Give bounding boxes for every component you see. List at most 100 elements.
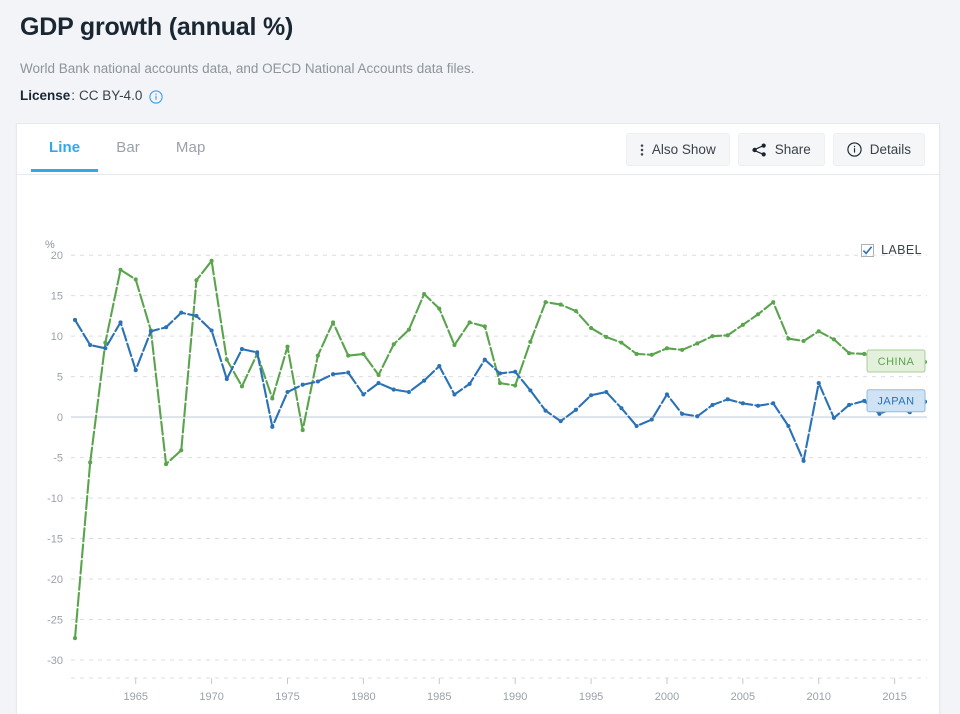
data-point[interactable]	[680, 347, 685, 352]
data-point[interactable]	[406, 389, 411, 395]
data-point[interactable]	[740, 322, 745, 327]
details-button[interactable]: Details	[832, 133, 925, 166]
data-point[interactable]	[239, 384, 245, 389]
data-point[interactable]	[346, 370, 351, 375]
data-point[interactable]	[209, 258, 214, 263]
data-point[interactable]	[422, 378, 427, 383]
data-point[interactable]	[589, 393, 594, 398]
data-point[interactable]	[148, 329, 153, 334]
data-point[interactable]	[285, 389, 290, 395]
data-point[interactable]	[680, 411, 685, 416]
data-point[interactable]	[467, 381, 472, 386]
data-point[interactable]	[649, 352, 654, 357]
tab-line[interactable]: Line	[31, 124, 98, 175]
data-point[interactable]	[513, 383, 518, 388]
data-point[interactable]	[88, 343, 93, 348]
data-point[interactable]	[270, 396, 275, 401]
data-point[interactable]	[133, 368, 138, 373]
data-point[interactable]	[634, 423, 639, 429]
also-show-button[interactable]: Also Show	[625, 133, 730, 166]
data-point[interactable]	[482, 324, 487, 329]
data-point[interactable]	[300, 428, 305, 433]
data-point[interactable]	[513, 369, 518, 374]
data-point[interactable]	[179, 310, 184, 315]
data-point[interactable]	[164, 462, 169, 467]
data-point[interactable]	[315, 379, 320, 384]
data-point[interactable]	[558, 302, 563, 307]
data-point[interactable]	[619, 340, 624, 345]
data-point[interactable]	[179, 448, 184, 453]
share-button[interactable]: Share	[737, 133, 825, 166]
data-point[interactable]	[209, 328, 214, 333]
data-point[interactable]	[831, 337, 836, 342]
data-point[interactable]	[710, 402, 715, 408]
data-point[interactable]	[755, 403, 761, 408]
data-point[interactable]	[88, 460, 93, 465]
data-point[interactable]	[376, 372, 381, 378]
data-point[interactable]	[194, 278, 199, 283]
data-point[interactable]	[847, 351, 852, 356]
data-point[interactable]	[452, 392, 457, 397]
data-point[interactable]	[573, 407, 578, 412]
data-point[interactable]	[664, 392, 670, 397]
data-point[interactable]	[725, 397, 730, 402]
data-point[interactable]	[300, 382, 305, 387]
data-point[interactable]	[315, 353, 320, 358]
data-point[interactable]	[604, 389, 609, 395]
data-point[interactable]	[695, 341, 700, 346]
data-point[interactable]	[239, 347, 245, 352]
data-point[interactable]	[406, 327, 411, 332]
data-point[interactable]	[831, 415, 836, 420]
data-point[interactable]	[330, 320, 336, 325]
data-point[interactable]	[664, 346, 670, 351]
data-point[interactable]	[619, 406, 624, 411]
data-point[interactable]	[847, 402, 852, 408]
data-point[interactable]	[224, 357, 229, 362]
data-point[interactable]	[330, 372, 336, 377]
data-point[interactable]	[634, 351, 639, 357]
data-point[interactable]	[528, 339, 533, 344]
data-point[interactable]	[543, 300, 548, 305]
series-badge-japan[interactable]: JAPAN	[866, 389, 926, 413]
data-point[interactable]	[801, 338, 806, 344]
data-point[interactable]	[255, 350, 260, 355]
data-point[interactable]	[786, 423, 791, 429]
data-point[interactable]	[771, 401, 776, 406]
data-point[interactable]	[589, 326, 594, 331]
data-point[interactable]	[224, 377, 229, 382]
tab-map[interactable]: Map	[158, 124, 223, 175]
data-point[interactable]	[361, 351, 366, 357]
data-point[interactable]	[346, 353, 351, 358]
data-point[interactable]	[573, 309, 578, 314]
data-point[interactable]	[72, 317, 78, 323]
data-point[interactable]	[452, 343, 457, 348]
data-point[interactable]	[270, 424, 275, 429]
data-point[interactable]	[118, 320, 123, 325]
data-point[interactable]	[786, 336, 791, 341]
data-point[interactable]	[558, 419, 563, 424]
data-point[interactable]	[497, 381, 503, 386]
data-point[interactable]	[285, 344, 290, 349]
data-point[interactable]	[862, 351, 867, 357]
data-point[interactable]	[72, 636, 78, 641]
data-point[interactable]	[649, 417, 654, 422]
data-point[interactable]	[755, 312, 761, 317]
data-point[interactable]	[133, 277, 138, 282]
data-point[interactable]	[497, 371, 503, 376]
data-point[interactable]	[118, 267, 123, 272]
data-point[interactable]	[862, 398, 867, 403]
data-point[interactable]	[725, 333, 730, 338]
series-badge-china[interactable]: CHINA	[866, 349, 926, 373]
data-point[interactable]	[391, 342, 396, 347]
data-point[interactable]	[437, 364, 442, 369]
data-point[interactable]	[543, 408, 548, 413]
data-point[interactable]	[482, 357, 487, 362]
data-point[interactable]	[422, 292, 427, 297]
data-point[interactable]	[361, 392, 366, 397]
data-point[interactable]	[467, 320, 472, 325]
data-point[interactable]	[164, 325, 169, 330]
tab-bar[interactable]: Bar	[98, 124, 158, 175]
data-point[interactable]	[604, 334, 609, 340]
data-point[interactable]	[771, 300, 776, 305]
data-point[interactable]	[103, 346, 108, 351]
